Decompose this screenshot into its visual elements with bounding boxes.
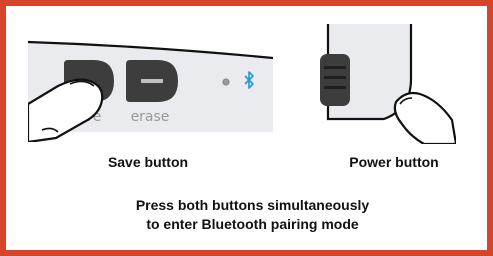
device-side-view xyxy=(320,24,456,144)
power-button-caption: Power button xyxy=(349,154,439,170)
diagram-frame: save erase xyxy=(0,0,493,256)
instruction-line-2: to enter Bluetooth pairing mode xyxy=(146,216,359,232)
device-top-view: save erase xyxy=(28,40,273,142)
save-button-caption: Save button xyxy=(107,154,189,170)
power-button-illustration xyxy=(306,24,456,144)
erase-button-mark xyxy=(141,79,163,83)
pairing-instruction: Press both buttons simultaneously to ent… xyxy=(46,196,459,234)
erase-label: erase xyxy=(131,109,170,125)
power-button-shape xyxy=(320,54,350,106)
save-button-illustration: save erase xyxy=(28,34,273,142)
finger-illustration-right xyxy=(393,91,456,144)
instruction-line-1: Press both buttons simultaneously xyxy=(135,197,370,213)
status-led-icon xyxy=(222,78,230,86)
